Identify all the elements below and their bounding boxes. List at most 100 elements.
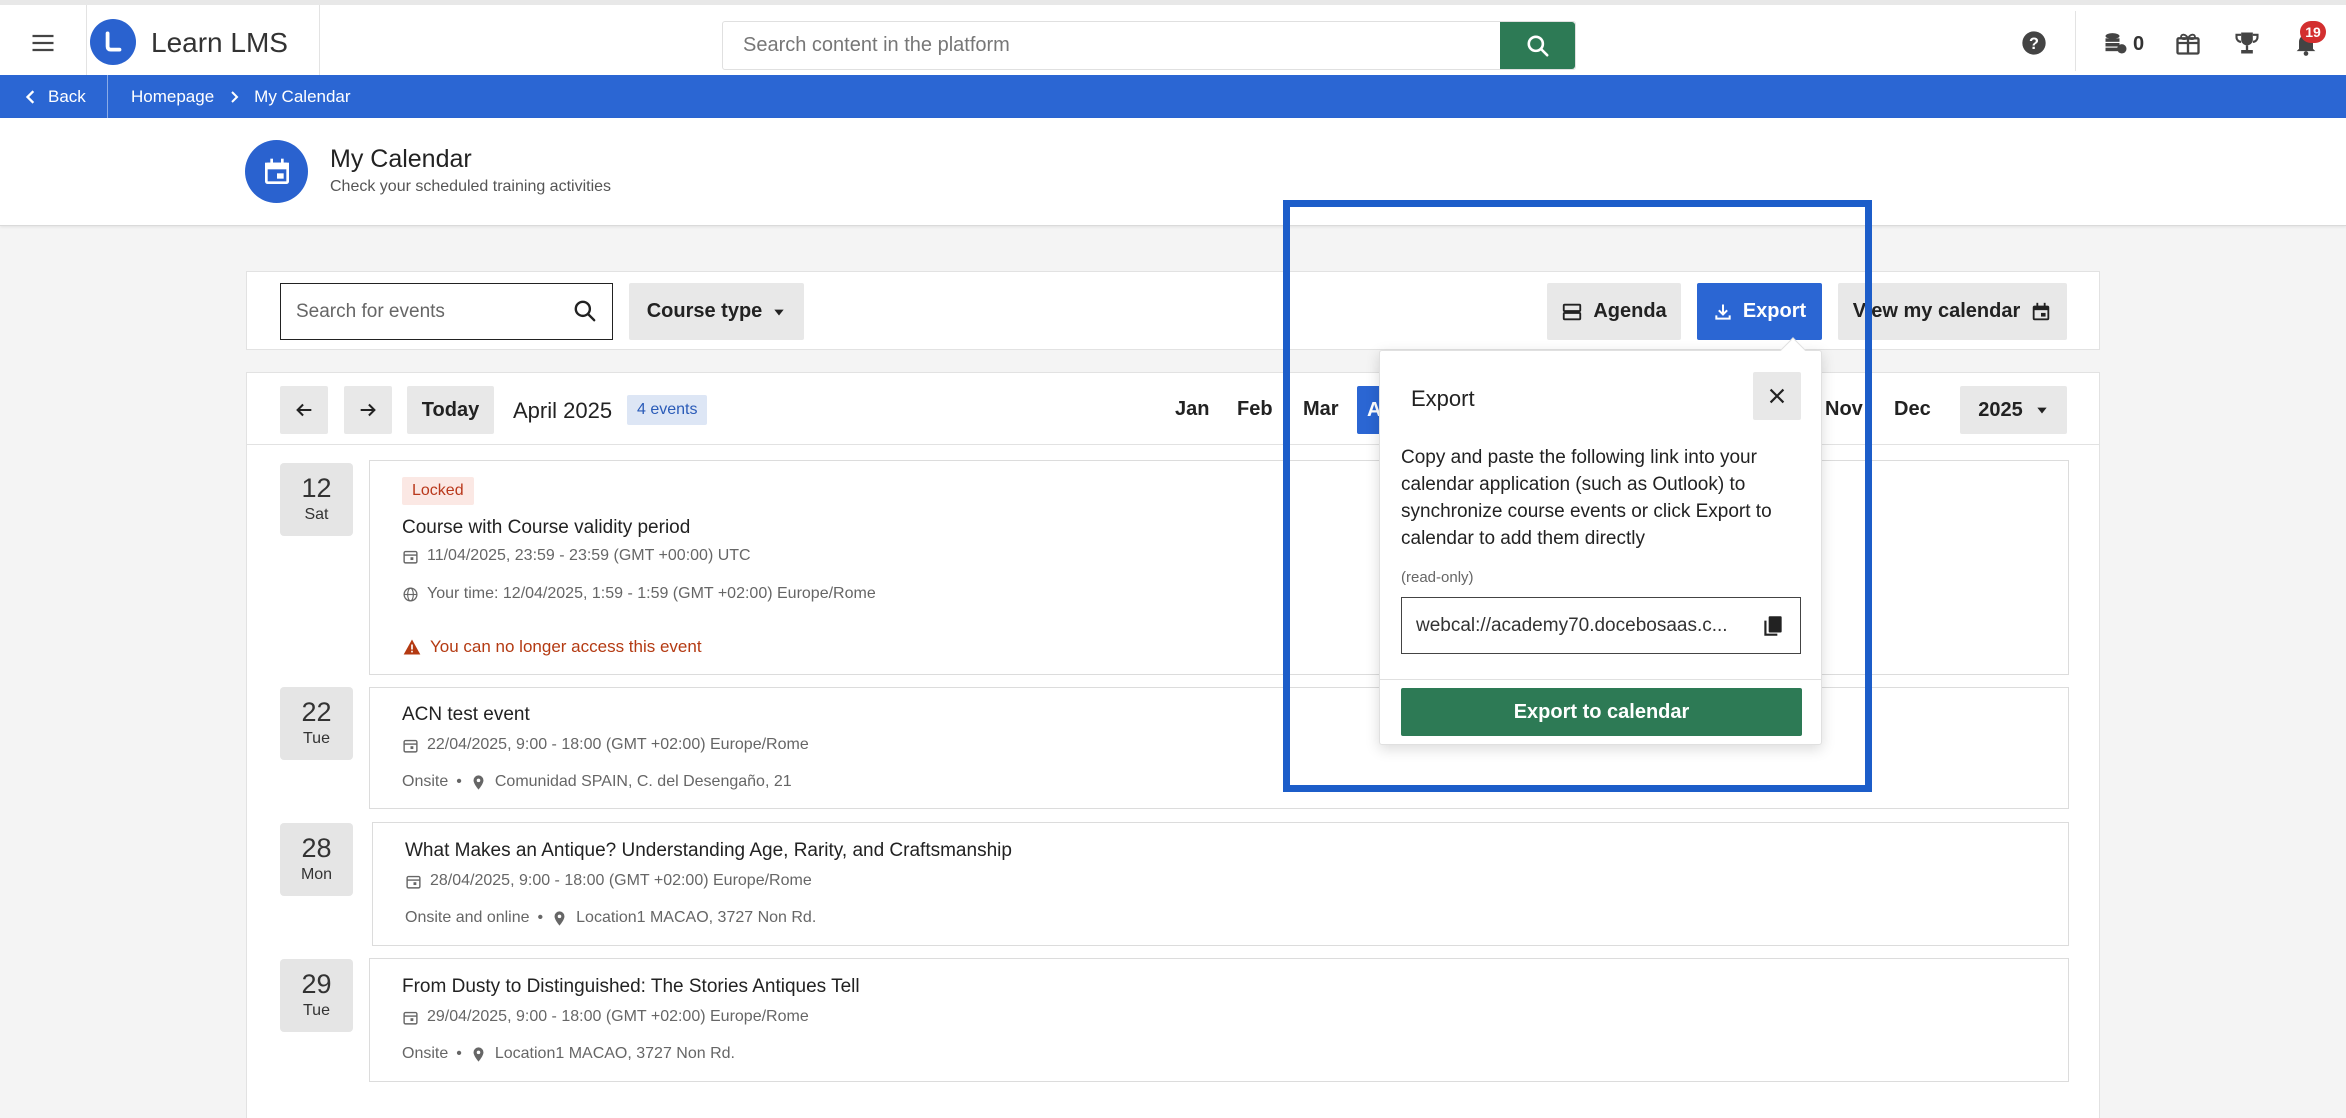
divider (319, 5, 320, 76)
day-number: 28 (301, 833, 332, 863)
global-search-input[interactable] (723, 22, 1499, 69)
divider (2075, 11, 2076, 71)
menu-button[interactable] (22, 27, 64, 59)
event-mode: Onsite (402, 773, 449, 790)
calendar-link-field (1401, 597, 1801, 654)
caret-down-icon (774, 309, 784, 315)
day-badge: 29 Tue (280, 959, 353, 1032)
agenda-button[interactable]: Agenda (1547, 283, 1681, 340)
export-to-calendar-button[interactable]: Export to calendar (1401, 688, 1802, 736)
event-title[interactable]: What Makes an Antique? Understanding Age… (405, 840, 1012, 862)
year-dropdown[interactable]: 2025 (1960, 386, 2067, 434)
divider (1380, 679, 1821, 680)
coins-icon (2105, 33, 2127, 54)
copy-icon[interactable] (1760, 613, 1786, 639)
search-icon (1526, 34, 1549, 57)
event-card[interactable]: What Makes an Antique? Understanding Age… (372, 822, 2069, 946)
month-dec[interactable]: Dec (1894, 398, 1931, 421)
event-time-text: 28/04/2025, 9:00 - 18:00 (GMT +02:00) Eu… (430, 872, 812, 889)
event-time-text: 29/04/2025, 9:00 - 18:00 (GMT +02:00) Eu… (427, 1008, 809, 1025)
global-search-button[interactable] (1500, 22, 1575, 69)
event-mode: Onsite (402, 1045, 449, 1062)
event-location: Onsite • Location1 MACAO, 3727 Non Rd. (402, 1045, 735, 1063)
day-number: 29 (301, 969, 332, 999)
back-button[interactable]: Back (24, 75, 86, 118)
view-my-calendar-button[interactable]: View my calendar (1838, 283, 2067, 340)
help-button[interactable]: ? (2018, 27, 2050, 59)
calendar-icon (406, 875, 421, 889)
locked-tag: Locked (402, 477, 474, 505)
event-search (280, 283, 613, 340)
divider (107, 75, 108, 118)
export-button[interactable]: Export (1697, 283, 1822, 340)
page-icon (245, 140, 308, 203)
calendar-icon (403, 550, 418, 564)
month-nov[interactable]: Nov (1825, 398, 1863, 421)
year-value: 2025 (1978, 398, 2023, 421)
event-time-text: 11/04/2025, 23:59 - 23:59 (GMT +00:00) U… (427, 547, 751, 564)
chevron-right-icon (231, 90, 239, 103)
course-type-dropdown[interactable]: Course type (629, 283, 804, 340)
logo[interactable] (90, 19, 136, 65)
today-button[interactable]: Today (407, 386, 494, 434)
event-title[interactable]: From Dusty to Distinguished: The Stories… (402, 976, 860, 998)
event-title[interactable]: Course with Course validity period (402, 517, 690, 539)
month-jan[interactable]: Jan (1175, 398, 1209, 421)
event-your-time: Your time: 12/04/2025, 1:59 - 1:59 (GMT … (402, 585, 876, 603)
globe-icon (403, 586, 418, 602)
search-icon[interactable] (572, 298, 598, 324)
calendar-icon (403, 1011, 418, 1025)
export-popover-title: Export (1411, 386, 1475, 411)
next-month-button[interactable] (344, 386, 392, 434)
event-time-text: 22/04/2025, 9:00 - 18:00 (GMT +02:00) Eu… (427, 736, 809, 753)
event-title[interactable]: ACN test event (402, 704, 530, 726)
notifications-badge: 19 (2300, 21, 2326, 43)
month-mar[interactable]: Mar (1303, 398, 1339, 421)
day-badge: 28 Mon (280, 823, 353, 896)
page-title: My Calendar (330, 145, 472, 173)
separator-dot: • (537, 909, 544, 926)
event-search-input[interactable] (281, 284, 561, 339)
coins-count: 0 (2133, 33, 2145, 55)
view-my-calendar-label: View my calendar (1852, 300, 2021, 322)
event-location-text: Location1 MACAO, 3727 Non Rd. (494, 1045, 735, 1062)
day-badge: 22 Tue (280, 687, 353, 760)
filter-bar: Course type Agenda Export View my calend… (246, 271, 2100, 350)
location-pin-icon (473, 1046, 484, 1062)
event-time: 28/04/2025, 9:00 - 18:00 (GMT +02:00) Eu… (405, 872, 812, 890)
location-pin-icon (473, 774, 484, 790)
divider (86, 5, 87, 76)
coins-button[interactable] (2100, 27, 2132, 59)
brand-name: Learn LMS (151, 27, 288, 58)
event-your-time-text: Your time: 12/04/2025, 1:59 - 1:59 (GMT … (427, 585, 876, 602)
calendar-link-input[interactable] (1402, 598, 1742, 653)
event-location-text: Comunidad SPAIN, C. del Desengaño, 21 (494, 773, 792, 790)
calendar-icon (2033, 302, 2050, 320)
export-description: Copy and paste the following link into y… (1401, 447, 1772, 549)
help-icon: ? (2022, 31, 2046, 55)
month-feb[interactable]: Feb (1237, 398, 1273, 421)
calendar-icon (403, 739, 418, 753)
download-icon (1715, 304, 1731, 320)
menu-icon (32, 34, 54, 52)
leaderboard-button[interactable] (2231, 27, 2263, 59)
export-label: Export (1742, 300, 1807, 322)
trophy-icon (2235, 32, 2259, 54)
event-time: 11/04/2025, 23:59 - 23:59 (GMT +00:00) U… (402, 547, 751, 565)
chevron-left-icon (25, 89, 35, 104)
previous-month-button[interactable] (280, 386, 328, 434)
event-card[interactable]: From Dusty to Distinguished: The Stories… (369, 958, 2069, 1082)
close-button[interactable] (1753, 372, 1801, 420)
breadcrumb-homepage[interactable]: Homepage (131, 87, 214, 107)
close-icon (1769, 388, 1785, 404)
agenda-icon (1563, 303, 1582, 320)
location-pin-icon (554, 910, 565, 926)
day-badge: 12 Sat (280, 463, 353, 536)
agenda-label: Agenda (1593, 300, 1667, 322)
event-time: 22/04/2025, 9:00 - 18:00 (GMT +02:00) Eu… (402, 736, 809, 754)
rewards-button[interactable] (2172, 27, 2204, 59)
events-count-badge: 4 events (627, 395, 708, 425)
breadcrumb: Back Homepage My Calendar (0, 75, 2346, 118)
gift-icon (2176, 33, 2200, 55)
warning-icon (403, 639, 421, 655)
